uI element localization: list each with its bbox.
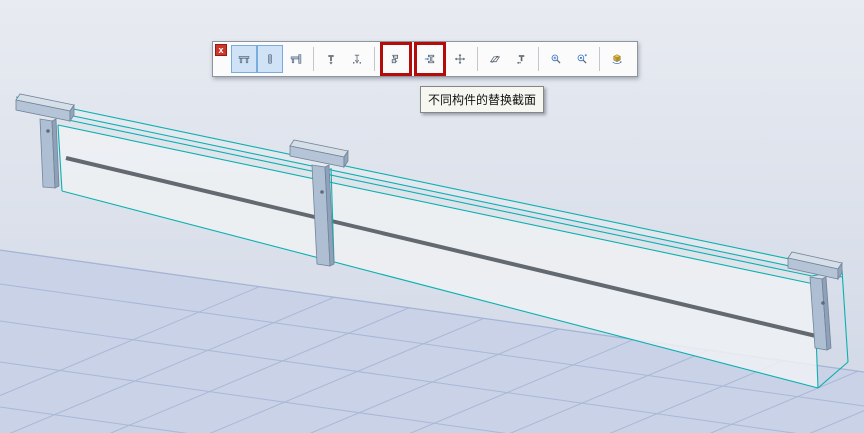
create-beam-button[interactable] bbox=[231, 45, 257, 73]
toolbar-separator bbox=[599, 47, 600, 71]
anchor-icon bbox=[351, 48, 363, 70]
zigzag-section-icon bbox=[390, 48, 402, 70]
red-highlight-box bbox=[380, 42, 412, 76]
create-corner-beam-button[interactable] bbox=[283, 45, 309, 73]
i-section-arrow-icon bbox=[424, 48, 436, 70]
floating-toolbar: x bbox=[212, 41, 638, 77]
toolbar-separator bbox=[538, 47, 539, 71]
corner-beam-icon bbox=[290, 48, 302, 70]
swap-section-same-button[interactable] bbox=[383, 45, 409, 73]
t-section-arrow-icon bbox=[325, 48, 337, 70]
close-button[interactable]: x bbox=[215, 44, 227, 56]
toolbar-separator bbox=[374, 47, 375, 71]
red-highlight-box bbox=[414, 42, 446, 76]
application-viewport: x bbox=[0, 0, 864, 433]
column-icon bbox=[264, 48, 276, 70]
zoom-in-button[interactable] bbox=[543, 45, 569, 73]
beam-icon bbox=[238, 48, 250, 70]
four-way-arrow-icon bbox=[454, 48, 466, 70]
magnifier-area-icon bbox=[576, 48, 588, 70]
magnifier-plus-icon bbox=[550, 48, 562, 70]
skew-plane-button[interactable] bbox=[482, 45, 508, 73]
swap-section-different-button[interactable] bbox=[417, 45, 443, 73]
move-handles-button[interactable] bbox=[447, 45, 473, 73]
create-column-button[interactable] bbox=[257, 45, 283, 73]
t-section-detach-icon bbox=[515, 48, 527, 70]
tooltip: 不同构件的替换截面 bbox=[420, 86, 544, 113]
cube-rotate-icon bbox=[611, 48, 623, 70]
view-3d-button[interactable] bbox=[604, 45, 630, 73]
toolbar-separator bbox=[477, 47, 478, 71]
point-section-button[interactable] bbox=[318, 45, 344, 73]
zoom-area-button[interactable] bbox=[569, 45, 595, 73]
detach-section-button[interactable] bbox=[508, 45, 534, 73]
anchor-point-button[interactable] bbox=[344, 45, 370, 73]
toolbar-separator bbox=[313, 47, 314, 71]
slanted-plane-icon bbox=[489, 48, 501, 70]
